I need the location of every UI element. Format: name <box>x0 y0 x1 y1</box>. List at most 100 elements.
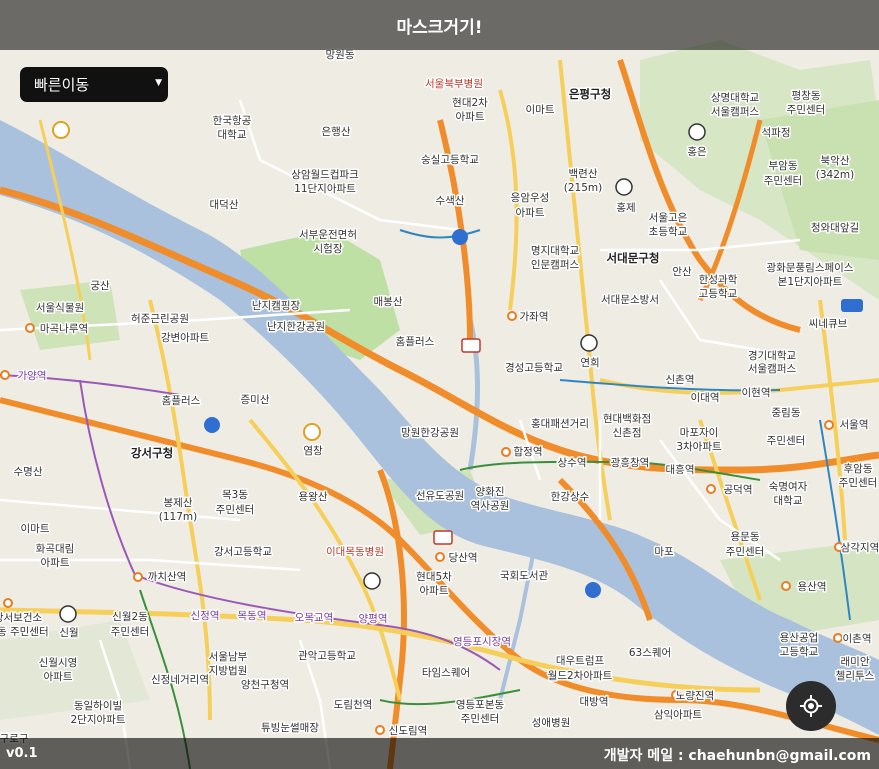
map-label: 고등학교 <box>699 288 738 300</box>
map-label: 가양역 <box>18 370 47 382</box>
map-label: 씨네큐브 <box>809 318 848 330</box>
map-label: 숙명여자 <box>769 481 808 493</box>
current-location-button[interactable] <box>786 681 836 731</box>
map-label: 용왕산 <box>299 491 328 503</box>
map-label: 상수역 <box>558 457 587 469</box>
map-label: 아파트 <box>44 671 73 683</box>
map-label: 이대목동병원 <box>326 546 384 558</box>
map-label: 허준근린공원 <box>131 313 189 325</box>
map-label: 서울캠퍼스 <box>711 106 760 118</box>
map-label: 신정역 <box>191 610 220 622</box>
map-label: 후암동 <box>844 463 873 475</box>
map-label: 도림천역 <box>334 699 373 711</box>
map-label: 신도림역 <box>389 725 428 737</box>
map-label: 월드2차아파트 <box>548 670 613 682</box>
map-label: 용산공업 <box>780 631 819 644</box>
map-label: 인문캠퍼스 <box>531 259 580 271</box>
map-label: 첼리투스 <box>836 670 875 682</box>
map-label: 노량진역 <box>676 690 715 702</box>
map-label: 북악산 <box>821 155 850 167</box>
map-label: 청와대앞길 <box>811 221 859 234</box>
header-bar: 마스크거기! <box>0 0 879 50</box>
map-label: 광화문풍림스페이스 <box>767 262 854 274</box>
map-label: 본1단지아파트 <box>778 276 843 288</box>
map-label: 동일하이빌 <box>74 699 122 712</box>
map-label: 망원동 <box>326 49 355 61</box>
map-label: 서울남부 <box>209 651 248 663</box>
map-label: 성애병원 <box>532 717 571 729</box>
map-label: 이현역 <box>742 387 771 399</box>
version-label: v0.1 <box>6 746 38 761</box>
map-label: 화곡대림 <box>36 543 75 555</box>
map-label: 당산역 <box>449 552 478 564</box>
map-label: 아파트 <box>420 585 449 597</box>
map-label: 대학교 <box>218 129 247 141</box>
map-label: 백련산 <box>569 168 598 180</box>
map-label: 아파트 <box>41 557 70 569</box>
map-label: 양천구청역 <box>241 679 289 691</box>
map-label: 신촌역 <box>666 374 695 386</box>
map-label: 주민센터 <box>461 713 500 725</box>
quick-move-select[interactable]: 빠른이동 ▼ <box>20 67 168 102</box>
map-label: 주민센터 <box>216 504 255 516</box>
map-label: 홈플러스 <box>396 335 435 348</box>
map-label: 강변아파트 <box>161 332 210 344</box>
map-label: 2단지아파트 <box>71 714 126 726</box>
map-label: 서부운전면허 <box>299 229 357 241</box>
map-canvas[interactable]: 망원동 서울북부병원 현대2차 아파트 이마트 은평구청 상명대학교 서울캠퍼스… <box>0 0 879 769</box>
map-label: 대우트럼프 <box>556 654 605 667</box>
crosshair-icon <box>800 695 822 717</box>
map-label: 수색산 <box>436 195 465 207</box>
map-label: 까치산역 <box>148 571 187 583</box>
map-label: 평창동 <box>792 90 821 102</box>
map-label: 신월시영 <box>39 657 78 669</box>
map-label: 신정네거리역 <box>151 674 209 686</box>
map-label: 주민센터 <box>767 435 806 447</box>
map-label: 홍은 <box>687 145 707 158</box>
map-label: 경성고등학교 <box>505 361 563 374</box>
map-label: 서울식물원 <box>36 302 84 314</box>
map-label: 광흥창역 <box>611 456 650 469</box>
map-label: 서울캠퍼스 <box>748 363 797 375</box>
map-label: 용산역 <box>798 581 827 593</box>
map-label: (342m) <box>816 169 854 181</box>
map-label: 한국항공 <box>213 115 252 127</box>
map-label: 공덕역 <box>724 484 753 496</box>
map-label: 안산 <box>672 266 692 278</box>
map-label: 강서고등학교 <box>214 546 272 558</box>
map-label: 이대역 <box>691 392 720 404</box>
map-label: 강서보건소 <box>0 612 42 624</box>
map-label: 현대백화점 <box>603 413 651 425</box>
map-label: 상명대학교 <box>711 92 760 104</box>
map-label: 합정역 <box>514 446 543 458</box>
map-label: 난지한강공원 <box>267 321 325 333</box>
map-label: 용문동 <box>731 531 760 543</box>
map-label: 목3동 <box>222 489 248 501</box>
developer-contact: 개발자 메일 : chaehunbn@gmail.com <box>603 748 871 764</box>
map-label: 타임스퀘어 <box>422 666 470 679</box>
footer-bar: v0.1 개발자 메일 : chaehunbn@gmail.com <box>0 738 879 769</box>
quick-move-selected: 빠른이동 <box>34 76 90 94</box>
map-label: 홍대패션거리 <box>531 417 589 430</box>
map-label: 매봉산 <box>374 296 403 308</box>
map-label: 연희 <box>580 357 599 369</box>
map-label: 영등포시장역 <box>453 636 511 648</box>
map-label: 주민센터 <box>111 626 150 638</box>
map-label: 영등포본동 <box>456 699 505 711</box>
map-label: 증미산 <box>241 394 270 406</box>
map-label: 63스퀘어 <box>629 647 671 659</box>
map-label: 서울고은 <box>649 212 688 224</box>
map-label: 은행산 <box>322 126 351 138</box>
map-label: 역사공원 <box>471 500 510 512</box>
map-label: 시험장 <box>314 243 343 255</box>
map-label: (215m) <box>564 182 602 194</box>
map-label: 주민센터 <box>726 546 765 558</box>
map-label: 대학교 <box>774 495 803 507</box>
map-label: 봉제산 <box>164 497 193 509</box>
map-label: 오목교역 <box>295 612 334 624</box>
map-label: 양평역 <box>359 613 388 625</box>
map-label: 초등학교 <box>649 226 688 238</box>
map-label: 경기대학교 <box>748 349 797 362</box>
map-label: 대흥역 <box>666 463 695 476</box>
map-label: 가좌역 <box>520 311 549 323</box>
